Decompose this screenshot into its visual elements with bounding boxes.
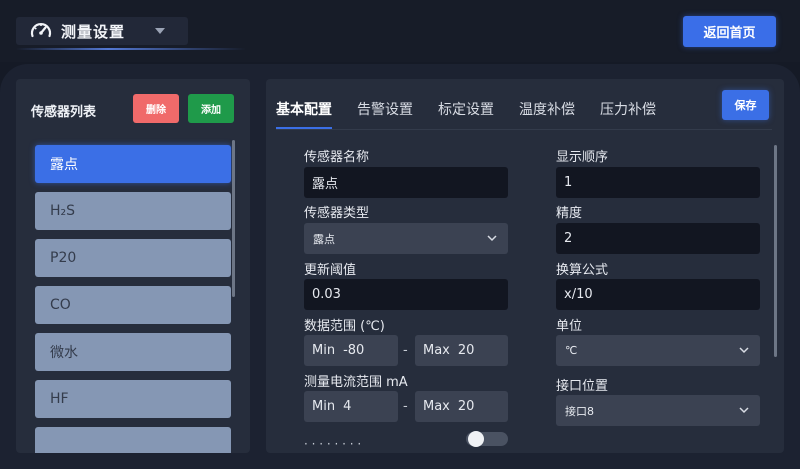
tab-calibration[interactable]: 标定设置 bbox=[438, 99, 494, 129]
current-range-min-value: 4 bbox=[343, 399, 352, 414]
page-title: 测量设置 bbox=[61, 22, 126, 41]
config-panel: 基本配置 告警设置 标定设置 温度补偿 压力补偿 保存 传感器名称 露点 传感器… bbox=[266, 79, 784, 453]
update-threshold-label: 更新阈值 bbox=[304, 263, 357, 278]
partial-field-label: · · · · · · · · bbox=[304, 437, 362, 447]
sensor-type-select[interactable]: 露点 bbox=[304, 223, 508, 254]
precision-label: 精度 bbox=[556, 206, 583, 221]
tab-temperature-compensation[interactable]: 温度补偿 bbox=[519, 99, 575, 129]
sensor-item-dewpoint[interactable]: 露点 bbox=[35, 145, 231, 183]
config-scrollbar[interactable] bbox=[774, 145, 777, 357]
home-button[interactable]: 返回首页 bbox=[683, 16, 776, 47]
port-value: 接口8 bbox=[565, 404, 594, 418]
header: 测量设置 返回首页 bbox=[0, 0, 800, 62]
range-separator: - bbox=[403, 343, 408, 358]
data-range-min-value: -80 bbox=[343, 343, 365, 358]
sensor-item-co[interactable]: CO bbox=[35, 286, 231, 324]
caret-down-icon bbox=[155, 28, 166, 34]
sensor-type-value: 露点 bbox=[313, 232, 335, 246]
data-range-label: 数据范围 (℃) bbox=[304, 319, 385, 334]
current-range-max-value: 20 bbox=[457, 399, 475, 414]
chevron-down-icon bbox=[487, 235, 497, 242]
unit-select[interactable]: ℃ bbox=[556, 335, 760, 366]
sensor-list-title: 传感器列表 bbox=[31, 105, 97, 120]
sensor-item-p20[interactable]: P20 bbox=[35, 239, 231, 277]
current-range-max-label: Max bbox=[423, 399, 450, 414]
save-button[interactable]: 保存 bbox=[722, 90, 769, 120]
formula-input[interactable]: x/10 bbox=[556, 279, 760, 310]
sensor-name-input[interactable]: 露点 bbox=[304, 167, 508, 198]
data-range-max-value: 20 bbox=[457, 343, 475, 358]
sensor-item-partial[interactable] bbox=[35, 427, 231, 453]
precision-input[interactable]: 2 bbox=[556, 223, 760, 254]
sensor-item-micro-water[interactable]: 微水 bbox=[35, 333, 231, 371]
port-select[interactable]: 接口8 bbox=[556, 395, 760, 426]
current-range-label: 测量电流范围 mA bbox=[304, 375, 408, 390]
tab-pressure-compensation[interactable]: 压力补偿 bbox=[600, 99, 656, 129]
data-range-max-input[interactable]: Max 20 bbox=[415, 335, 508, 366]
range-separator: - bbox=[403, 399, 408, 414]
unit-value: ℃ bbox=[565, 344, 578, 357]
gauge-icon bbox=[30, 22, 52, 38]
config-tabs: 基本配置 告警设置 标定设置 温度补偿 压力补偿 bbox=[276, 99, 681, 129]
tab-alarm-settings[interactable]: 告警设置 bbox=[357, 99, 413, 129]
formula-label: 换算公式 bbox=[556, 263, 609, 278]
chevron-down-icon bbox=[739, 407, 749, 414]
delete-button[interactable]: 删除 bbox=[133, 94, 179, 123]
update-threshold-input[interactable]: 0.03 bbox=[304, 279, 508, 310]
sensor-type-label: 传感器类型 bbox=[304, 206, 370, 221]
display-order-label: 显示顺序 bbox=[556, 150, 609, 165]
chevron-down-icon bbox=[739, 347, 749, 354]
toggle-knob bbox=[468, 431, 484, 447]
sensor-list-panel: 传感器列表 删除 添加 露点 H₂S P20 CO 微水 HF bbox=[16, 79, 250, 453]
unit-label: 单位 bbox=[556, 319, 583, 334]
page-selector[interactable]: 测量设置 bbox=[16, 17, 188, 45]
data-range-min-label: Min bbox=[312, 343, 336, 358]
sensor-item-hf[interactable]: HF bbox=[35, 380, 231, 418]
sensor-list: 露点 H₂S P20 CO 微水 HF bbox=[35, 145, 231, 453]
sensor-name-label: 传感器名称 bbox=[304, 150, 370, 165]
port-label: 接口位置 bbox=[556, 379, 609, 394]
title-underline bbox=[16, 48, 246, 50]
add-button[interactable]: 添加 bbox=[188, 94, 234, 123]
current-range-max-input[interactable]: Max 20 bbox=[415, 391, 508, 422]
sensor-item-h2s[interactable]: H₂S bbox=[35, 192, 231, 230]
data-range-max-label: Max bbox=[423, 343, 450, 358]
sensor-list-scrollbar[interactable] bbox=[232, 140, 235, 297]
enable-toggle[interactable] bbox=[466, 431, 508, 447]
display-order-input[interactable]: 1 bbox=[556, 167, 760, 198]
current-range-min-label: Min bbox=[312, 399, 336, 414]
tab-divider bbox=[276, 129, 772, 130]
data-range-min-input[interactable]: Min -80 bbox=[304, 335, 398, 366]
tab-basic-config[interactable]: 基本配置 bbox=[276, 99, 332, 129]
current-range-min-input[interactable]: Min 4 bbox=[304, 391, 398, 422]
